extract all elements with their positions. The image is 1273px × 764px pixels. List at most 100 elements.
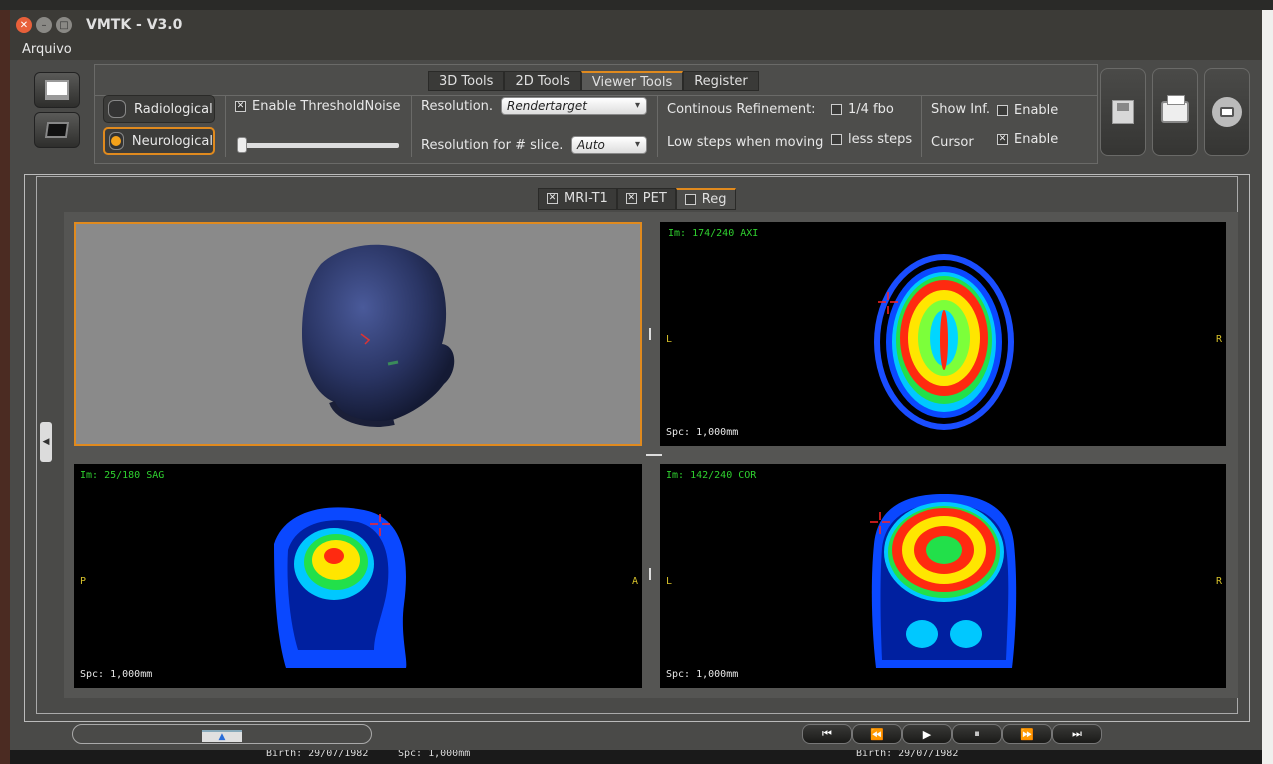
chevron-up-icon: ▲ <box>218 732 226 742</box>
mri-t1-checkbox[interactable]: ✕ <box>547 193 558 204</box>
forward-button[interactable]: ⏩ <box>1002 724 1052 744</box>
vertical-splitter-handle[interactable] <box>649 328 651 340</box>
pause-icon: ⏸ <box>974 727 980 740</box>
sagittal-spacing: Spc: 1,000mm <box>80 669 153 680</box>
pet-label: PET <box>642 191 667 206</box>
save-icon <box>1112 100 1134 124</box>
threshold-noise-checkbox[interactable]: ✕ <box>235 101 246 112</box>
radiological-label: Radiological <box>134 101 213 117</box>
file-view-button[interactable] <box>34 72 80 108</box>
side-panel-toggle[interactable]: ◀ <box>40 422 52 462</box>
screen-view-button[interactable] <box>34 112 80 148</box>
monitor-icon <box>45 80 69 100</box>
neurological-label: Neurological <box>131 133 213 149</box>
sagittal-pet-image <box>274 507 407 668</box>
tools-panel: 3D Tools 2D Tools Viewer Tools Register … <box>94 64 1098 164</box>
head-render <box>302 244 455 427</box>
coronal-left-marker: L <box>666 576 673 587</box>
rewind-button[interactable]: ⏪ <box>852 724 902 744</box>
fast-forward-icon: ⏩ <box>1020 727 1034 741</box>
chevron-left-icon: ◀ <box>42 437 50 447</box>
reg-checkbox[interactable] <box>684 194 696 205</box>
fbo-checkbox[interactable] <box>831 104 842 115</box>
coronal-view[interactable]: Im: 142/240 COR L R Spc: 1,000mm <box>660 464 1226 688</box>
coronal-right-marker: R <box>1216 576 1223 587</box>
mri-t1-label: MRI-T1 <box>564 191 608 206</box>
tab-register[interactable]: Register <box>683 71 759 91</box>
desktop-top-panel <box>0 0 1273 10</box>
last-slice-button[interactable]: ⏭ <box>1052 724 1102 744</box>
fbo-label: 1/4 fbo <box>848 102 894 117</box>
fbo-option[interactable]: 1/4 fbo <box>831 102 894 117</box>
slice-player-controls: ⏮ ⏪ ▶ ⏸ ⏩ ⏭ <box>802 724 1102 744</box>
play-icon: ▶ <box>922 727 932 741</box>
reg-label: Reg <box>701 192 727 207</box>
tab-3d-tools[interactable]: 3D Tools <box>428 71 505 91</box>
tab-viewer-tools[interactable]: Viewer Tools <box>580 71 684 91</box>
horizontal-splitter-handle[interactable] <box>646 454 662 456</box>
divider <box>921 95 922 157</box>
divider <box>657 95 658 157</box>
tools-tabs: 3D Tools 2D Tools Viewer Tools Register <box>428 71 759 91</box>
sagittal-right-marker: A <box>632 576 639 587</box>
radiological-button[interactable]: Radiological <box>103 95 215 123</box>
tab-2d-tools[interactable]: 2D Tools <box>504 71 581 91</box>
less-steps-option[interactable]: less steps <box>831 132 912 147</box>
cursor-label: Cursor <box>931 135 974 150</box>
print-button[interactable] <box>1152 68 1198 156</box>
coronal-pet-image <box>870 494 1017 668</box>
less-steps-label: less steps <box>848 132 913 147</box>
show-inf-checkbox[interactable] <box>997 105 1008 116</box>
tab-pet[interactable]: ✕ PET <box>616 188 676 210</box>
sagittal-view[interactable]: Im: 25/180 SAG P A Spc: 1,000mm <box>74 464 642 688</box>
desktop-bottom-strip: Birth: 29/07/1982 Spc: 1,000mm Birth: 29… <box>10 748 1262 764</box>
less-steps-checkbox[interactable] <box>831 134 842 145</box>
minimize-window-button[interactable]: – <box>36 17 52 33</box>
menu-arquivo[interactable]: Arquivo <box>22 42 72 57</box>
axial-slice-info: Im: 174/240 AXI <box>668 228 759 239</box>
3d-render-view[interactable] <box>74 222 642 446</box>
rewind-icon: ⏪ <box>870 727 884 741</box>
close-window-button[interactable]: ✕ <box>16 17 32 33</box>
resolution-label: Resolution. <box>421 99 494 114</box>
axial-view[interactable]: Im: 174/240 AXI L R Spc: 1,000mm <box>660 222 1226 446</box>
vertical-splitter-handle[interactable] <box>649 568 651 580</box>
threshold-slider-thumb[interactable] <box>237 137 247 153</box>
cursor-option[interactable]: ✕ Enable <box>997 132 1058 147</box>
threshold-noise-label: Enable ThresholdNoise <box>252 99 401 114</box>
camera-icon <box>1212 97 1242 127</box>
resolution-select[interactable]: Rendertarget ▾ <box>501 97 647 115</box>
desktop-background-window <box>1262 10 1273 764</box>
expand-panel-button[interactable]: ▲ <box>202 730 242 742</box>
slice-resolution-value: Auto <box>577 138 605 152</box>
pause-button[interactable]: ⏸ <box>952 724 1002 744</box>
coronal-slice-info: Im: 142/240 COR <box>666 470 757 481</box>
cursor-checkbox[interactable]: ✕ <box>997 134 1008 145</box>
show-inf-option[interactable]: Enable <box>997 103 1058 118</box>
tab-mri-t1[interactable]: ✕ MRI-T1 <box>538 188 617 210</box>
pet-checkbox[interactable]: ✕ <box>625 193 637 204</box>
screenshot-button[interactable] <box>1204 68 1250 156</box>
window-title: VMTK - V3.0 <box>86 17 183 33</box>
first-slice-button[interactable]: ⏮ <box>802 724 852 744</box>
neurological-button[interactable]: Neurological <box>103 127 215 155</box>
radio-icon <box>109 132 124 150</box>
tab-reg[interactable]: Reg <box>675 188 736 210</box>
low-steps-label: Low steps when moving <box>667 135 824 150</box>
menu-bar: Arquivo <box>10 40 1262 60</box>
app-window: ✕ – □ VMTK - V3.0 Arquivo 3D Tools 2D To… <box>10 10 1262 750</box>
play-button[interactable]: ▶ <box>902 724 952 744</box>
volume-tabs: ✕ MRI-T1 ✕ PET Reg <box>538 188 736 210</box>
axial-spacing: Spc: 1,000mm <box>666 427 739 438</box>
slice-resolution-select[interactable]: Auto ▾ <box>571 136 647 154</box>
maximize-window-button[interactable]: □ <box>56 17 72 33</box>
print-icon <box>1161 95 1189 123</box>
threshold-noise-option[interactable]: ✕ Enable ThresholdNoise <box>235 99 401 114</box>
left-tool-column <box>30 68 84 168</box>
threshold-slider-track[interactable] <box>237 143 399 148</box>
save-button[interactable] <box>1100 68 1146 156</box>
resolution-value: Rendertarget <box>507 99 587 113</box>
skip-back-icon: ⏮ <box>822 727 832 740</box>
cursor-enable-label: Enable <box>1014 132 1059 147</box>
show-inf-enable-label: Enable <box>1014 103 1059 118</box>
